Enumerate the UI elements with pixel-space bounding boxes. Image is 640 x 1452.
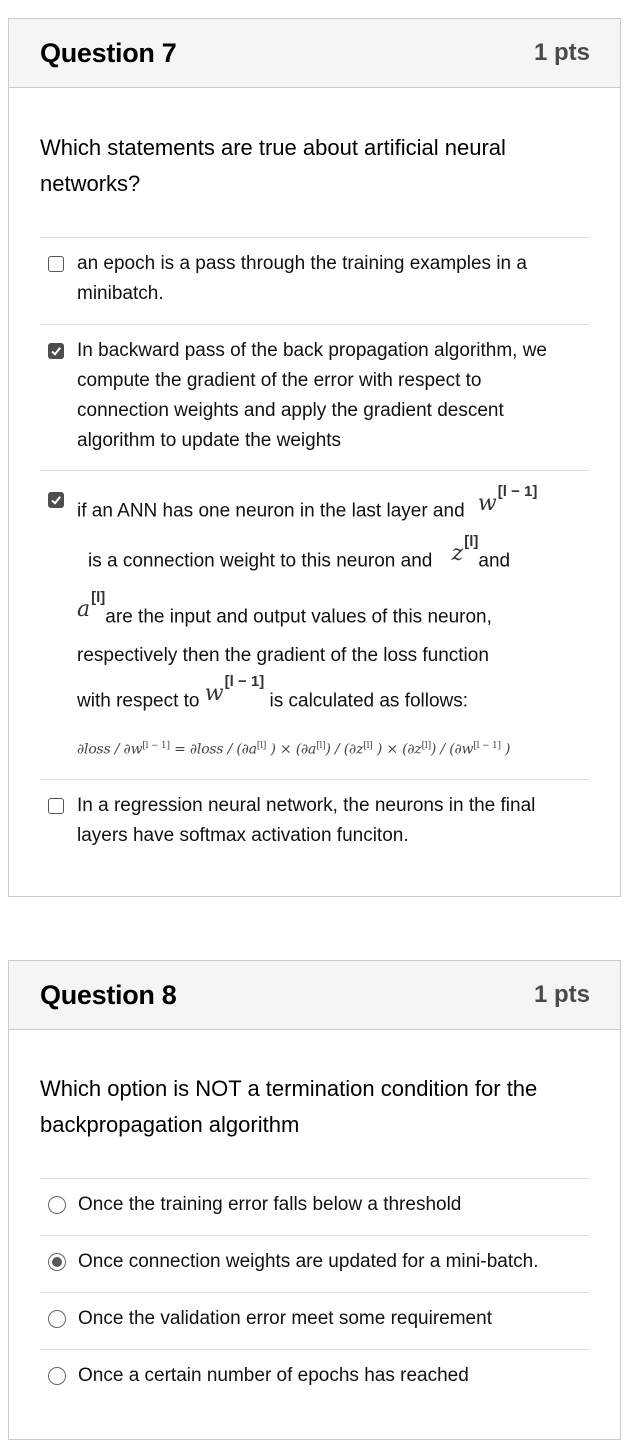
math-line: if an ANN has one neuron in the last lay… bbox=[77, 483, 590, 525]
formula-part: ) bbox=[500, 741, 511, 758]
radio-button[interactable] bbox=[48, 1196, 66, 1214]
formula-sup: [l] bbox=[421, 741, 432, 751]
math-superscript: [l − 1] bbox=[497, 483, 538, 500]
checkbox[interactable] bbox=[48, 256, 64, 272]
math-z: z[l] bbox=[451, 533, 479, 567]
gradient-formula: ∂loss / ∂w[l − 1] = ∂loss / (∂a[l] ) × (… bbox=[77, 717, 590, 765]
radio-button[interactable] bbox=[48, 1310, 66, 1328]
text-fragment: respectively then the gradient of the lo… bbox=[77, 645, 489, 666]
question-8-card: Question 8 1 pts Which option is NOT a t… bbox=[8, 960, 621, 1440]
formula-sup: [l − 1] bbox=[142, 741, 170, 751]
answer-label: In backward pass of the back propagation… bbox=[77, 340, 547, 451]
text-fragment: is calculated as follows: bbox=[269, 690, 469, 712]
question-header: Question 7 1 pts bbox=[9, 19, 620, 88]
question-text: Which option is NOT a termination condit… bbox=[40, 1076, 538, 1137]
checkbox[interactable] bbox=[48, 492, 64, 508]
formula-sup: [l − 1] bbox=[473, 741, 501, 751]
question-title: Question 8 bbox=[40, 979, 177, 1010]
math-a: a[l] bbox=[77, 589, 105, 623]
answer-option[interactable]: Once the validation error meet some requ… bbox=[40, 1292, 590, 1349]
formula-sup: [l] bbox=[363, 741, 373, 751]
question-7-card: Question 7 1 pts Which statements are tr… bbox=[8, 18, 621, 897]
text-fragment: with respect to bbox=[77, 690, 200, 712]
math-superscript: [l] bbox=[464, 533, 479, 550]
checkbox[interactable] bbox=[48, 798, 64, 814]
answer-label: Once a certain number of epochs has reac… bbox=[78, 1365, 469, 1386]
answer-label: if an ANN has one neuron in the last lay… bbox=[77, 483, 590, 765]
answer-option[interactable]: Once the training error falls below a th… bbox=[40, 1178, 590, 1235]
checkmark-icon bbox=[51, 347, 61, 356]
answer-label: Once the training error falls below a th… bbox=[78, 1194, 462, 1215]
answer-list: Once the training error falls below a th… bbox=[40, 1178, 590, 1406]
question-points: 1 pts bbox=[533, 39, 590, 66]
math-symbol: w bbox=[204, 681, 224, 707]
text-fragment: are the input and output values of this … bbox=[105, 606, 492, 628]
math-line: a[l]are the input and output values of t… bbox=[77, 589, 590, 635]
math-superscript: [l − 1] bbox=[224, 673, 265, 690]
math-symbol: a bbox=[77, 597, 91, 623]
question-points: 1 pts bbox=[533, 981, 590, 1008]
formula-sup: [l] bbox=[316, 741, 326, 751]
math-line: respectively then the gradient of the lo… bbox=[77, 635, 590, 673]
question-title: Question 7 bbox=[40, 37, 177, 68]
answer-option[interactable]: Once connection weights are updated for … bbox=[40, 1235, 590, 1292]
answer-option[interactable]: In a regression neural network, the neur… bbox=[40, 779, 590, 865]
math-symbol: z bbox=[451, 541, 464, 567]
math-superscript: [l] bbox=[91, 589, 106, 606]
math-w: w[l − 1] bbox=[477, 483, 537, 517]
radio-button[interactable] bbox=[48, 1253, 66, 1271]
text-fragment: and bbox=[478, 550, 511, 572]
answer-list: an epoch is a pass through the training … bbox=[40, 237, 590, 865]
math-symbol: w bbox=[477, 491, 497, 517]
math-line: is a connection weight to this neuron an… bbox=[77, 525, 590, 589]
answer-label: Once the validation error meet some requ… bbox=[78, 1308, 492, 1329]
math-w: w[l − 1] bbox=[204, 673, 264, 707]
formula-part: ∂loss / ∂w bbox=[77, 741, 143, 758]
answer-option[interactable]: an epoch is a pass through the training … bbox=[40, 237, 590, 324]
formula-part: ) × (∂z bbox=[372, 741, 422, 758]
text-fragment: is a connection weight to this neuron an… bbox=[88, 550, 433, 572]
text-fragment: if an ANN has one neuron in the last lay… bbox=[77, 500, 465, 522]
checkbox[interactable] bbox=[48, 343, 64, 359]
answer-label: Once connection weights are updated for … bbox=[78, 1251, 539, 1272]
formula-part: = ∂loss / (∂a bbox=[169, 741, 257, 758]
question-header: Question 8 1 pts bbox=[9, 961, 620, 1030]
formula-sup: [l] bbox=[256, 741, 267, 751]
question-text: Which statements are true about artifici… bbox=[40, 135, 506, 196]
checkmark-icon bbox=[51, 496, 61, 505]
answer-option[interactable]: if an ANN has one neuron in the last lay… bbox=[40, 470, 590, 779]
answer-option[interactable]: Once a certain number of epochs has reac… bbox=[40, 1349, 590, 1406]
radio-selected-dot bbox=[52, 1257, 62, 1267]
answer-label: an epoch is a pass through the training … bbox=[77, 253, 527, 304]
formula-part: ) × (∂a bbox=[266, 741, 317, 758]
formula-part: ) / (∂z bbox=[325, 741, 364, 758]
answer-label: In a regression neural network, the neur… bbox=[77, 795, 536, 846]
math-line: with respect to w[l − 1] is calculated a… bbox=[77, 673, 590, 717]
answer-option[interactable]: In backward pass of the back propagation… bbox=[40, 324, 590, 470]
formula-part: ) / (∂w bbox=[430, 741, 474, 758]
radio-button[interactable] bbox=[48, 1367, 66, 1385]
